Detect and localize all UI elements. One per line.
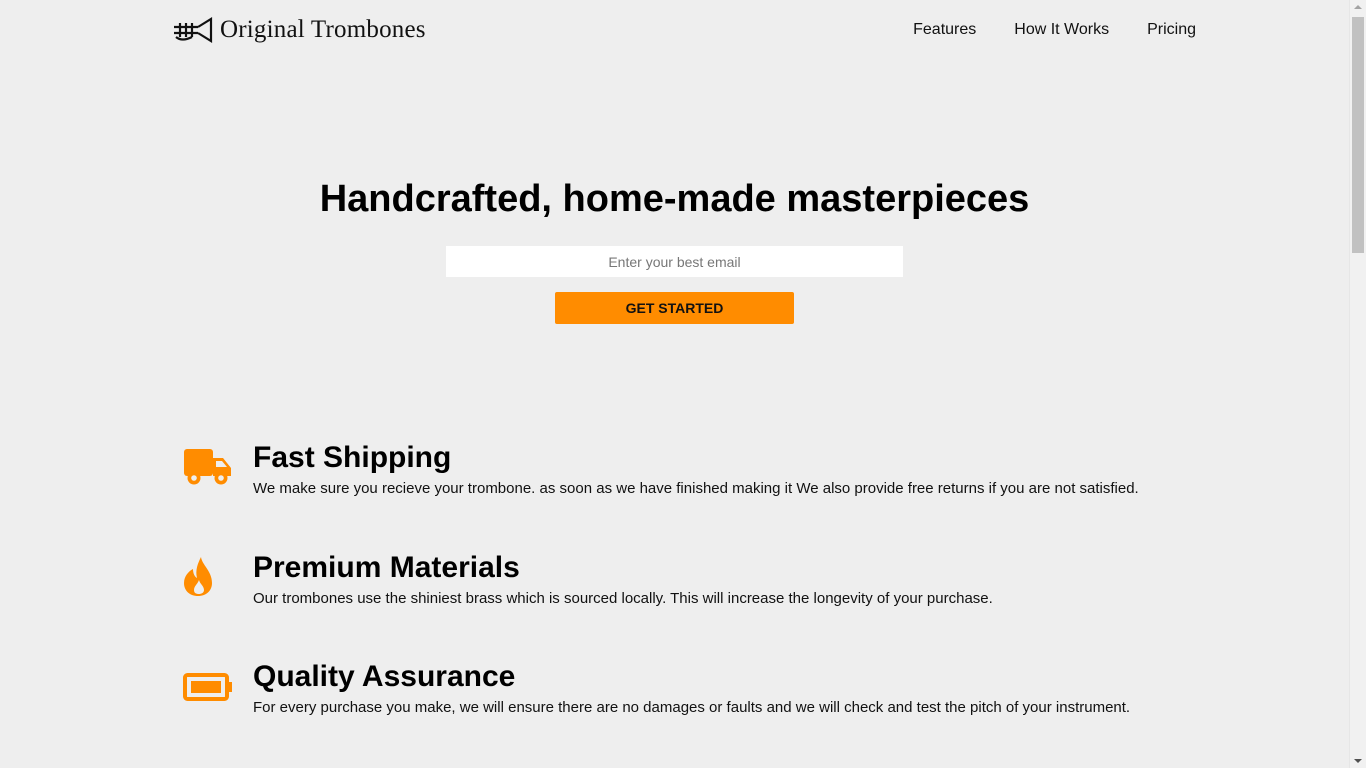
fire-icon xyxy=(184,557,212,596)
vertical-scrollbar[interactable] xyxy=(1349,0,1366,768)
get-started-button[interactable]: GET STARTED xyxy=(555,292,794,324)
logo[interactable]: Original Trombones xyxy=(172,12,426,48)
trombone-icon xyxy=(174,17,213,43)
nav-link-pricing[interactable]: Pricing xyxy=(1147,21,1196,39)
hero-title: Handcrafted, home-made masterpieces xyxy=(319,178,1030,220)
feature-description: For every purchase you make, we will ens… xyxy=(253,699,1131,716)
brand-name: Original Trombones xyxy=(220,16,426,43)
landing-page: Original Trombones Features How It Works… xyxy=(0,0,1366,768)
feature-title: Premium Materials xyxy=(253,551,520,584)
nav-link-how-it-works[interactable]: How It Works xyxy=(1014,21,1109,39)
main-nav: Features How It Works Pricing xyxy=(913,21,1196,39)
scrollbar-thumb[interactable] xyxy=(1352,17,1364,253)
nav-link-features[interactable]: Features xyxy=(913,21,976,39)
truck-icon xyxy=(184,449,231,485)
feature-title: Fast Shipping xyxy=(253,441,452,474)
email-input[interactable] xyxy=(446,246,903,277)
feature-description: We make sure you recieve your trombone. … xyxy=(253,480,1139,497)
scroll-up-arrow-icon[interactable] xyxy=(1354,5,1362,9)
header: Original Trombones Features How It Works… xyxy=(0,0,1349,64)
feature-title: Quality Assurance xyxy=(253,660,516,693)
battery-icon xyxy=(183,673,232,701)
scroll-down-arrow-icon[interactable] xyxy=(1354,759,1362,763)
feature-description: Our trombones use the shiniest brass whi… xyxy=(253,590,993,607)
